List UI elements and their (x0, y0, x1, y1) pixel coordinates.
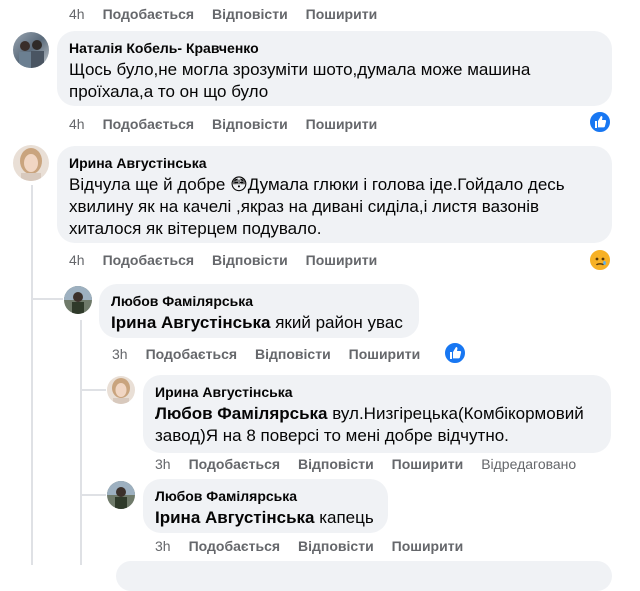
reply-actions: 3h Подобається Відповісти Поширити Відре… (155, 456, 576, 472)
like-button[interactable]: Подобається (189, 538, 280, 554)
avatar-photo (112, 378, 130, 404)
reply-button[interactable]: Відповісти (298, 538, 374, 554)
like-button[interactable]: Подобається (189, 456, 280, 472)
thread-line (31, 185, 33, 565)
like-button[interactable]: Подобається (103, 116, 194, 132)
share-button[interactable]: Поширити (392, 456, 464, 472)
avatar[interactable] (107, 481, 135, 509)
reply-text: Ірина Августінська капець (155, 507, 376, 529)
reply-text: Ірина Августінська який район увас (111, 312, 407, 334)
mention-link[interactable]: Любов Фамілярська (155, 404, 328, 423)
reply-button[interactable]: Відповісти (212, 252, 288, 268)
reply-author[interactable]: Ирина Августінська (155, 383, 599, 401)
edited-label[interactable]: Відредаговано (481, 456, 576, 472)
reply-actions: 3h Подобається Відповісти Поширити (155, 538, 481, 554)
like-reaction-icon[interactable] (443, 341, 467, 365)
comment-bubble: Ирина Августінська Відчула ще й добре 😳Д… (57, 146, 612, 243)
comment-time[interactable]: 4h (69, 252, 85, 268)
share-button[interactable]: Поширити (349, 346, 421, 362)
avatar[interactable] (13, 145, 49, 181)
like-button[interactable]: Подобається (103, 6, 194, 22)
mention-link[interactable]: Ірина Августінська (111, 313, 270, 332)
comment-time[interactable]: 4h (69, 6, 85, 22)
share-button[interactable]: Поширити (306, 6, 378, 22)
avatar-photo (19, 40, 44, 68)
comment-author[interactable]: Наталія Кобель- Кравченко (69, 39, 600, 57)
avatar[interactable] (13, 32, 49, 68)
reply-time[interactable]: 3h (155, 456, 171, 472)
reply-author[interactable]: Любов Фамілярська (111, 292, 407, 310)
reply-bubble: Любов Фамілярська Ірина Августінська кап… (143, 479, 388, 533)
comment-text-part: Відчула ще й добре (69, 175, 231, 194)
reply-bubble-partial (116, 561, 612, 591)
comment-text: Щось було,не могла зрозуміти шото,думала… (69, 60, 531, 101)
thread-line (80, 320, 82, 565)
reply-text-part: капець (314, 508, 374, 527)
reply-button[interactable]: Відповісти (212, 116, 288, 132)
flushed-face-emoji: 😳 (230, 175, 248, 194)
sad-reaction-icon[interactable] (588, 248, 612, 272)
reply-button[interactable]: Відповісти (255, 346, 331, 362)
reply-bubble: Ирина Августінська Любов Фамілярська вул… (143, 375, 611, 453)
comment-author[interactable]: Ирина Августінська (69, 154, 600, 172)
avatar[interactable] (64, 286, 92, 314)
comment-text: Відчула ще й добре 😳Думала глюки і голов… (69, 174, 600, 240)
reply-time[interactable]: 3h (155, 538, 171, 554)
like-button[interactable]: Подобається (146, 346, 237, 362)
reply-text-part: який район увас (270, 313, 403, 332)
share-button[interactable]: Поширити (392, 538, 464, 554)
mention-link[interactable]: Ірина Августінська (155, 508, 314, 527)
comment-actions: 4h Подобається Відповісти Поширити (69, 116, 395, 132)
thread-connector (31, 298, 63, 300)
avatar[interactable] (107, 376, 135, 404)
reply-actions: 3h Подобається Відповісти Поширити (112, 346, 438, 362)
reply-button[interactable]: Відповісти (212, 6, 288, 22)
thread-connector (80, 389, 106, 391)
comment-actions-top: 4h Подобається Відповісти Поширити (69, 6, 395, 22)
thread-connector (80, 494, 106, 496)
like-reaction-icon[interactable] (588, 110, 612, 134)
avatar-photo (107, 481, 135, 509)
comment-time[interactable]: 4h (69, 116, 85, 132)
comment-actions: 4h Подобається Відповісти Поширити (69, 252, 395, 268)
avatar-photo (20, 148, 42, 181)
reply-bubble: Любов Фамілярська Ірина Августінська яки… (99, 284, 419, 338)
avatar-photo (64, 286, 92, 314)
share-button[interactable]: Поширити (306, 252, 378, 268)
reply-time[interactable]: 3h (112, 346, 128, 362)
reply-button[interactable]: Відповісти (298, 456, 374, 472)
comment-bubble: Наталія Кобель- Кравченко Щось було,не м… (57, 31, 612, 106)
reply-text: Любов Фамілярська вул.Низгірецька(Комбік… (155, 403, 599, 447)
reply-author[interactable]: Любов Фамілярська (155, 487, 376, 505)
like-button[interactable]: Подобається (103, 252, 194, 268)
share-button[interactable]: Поширити (306, 116, 378, 132)
